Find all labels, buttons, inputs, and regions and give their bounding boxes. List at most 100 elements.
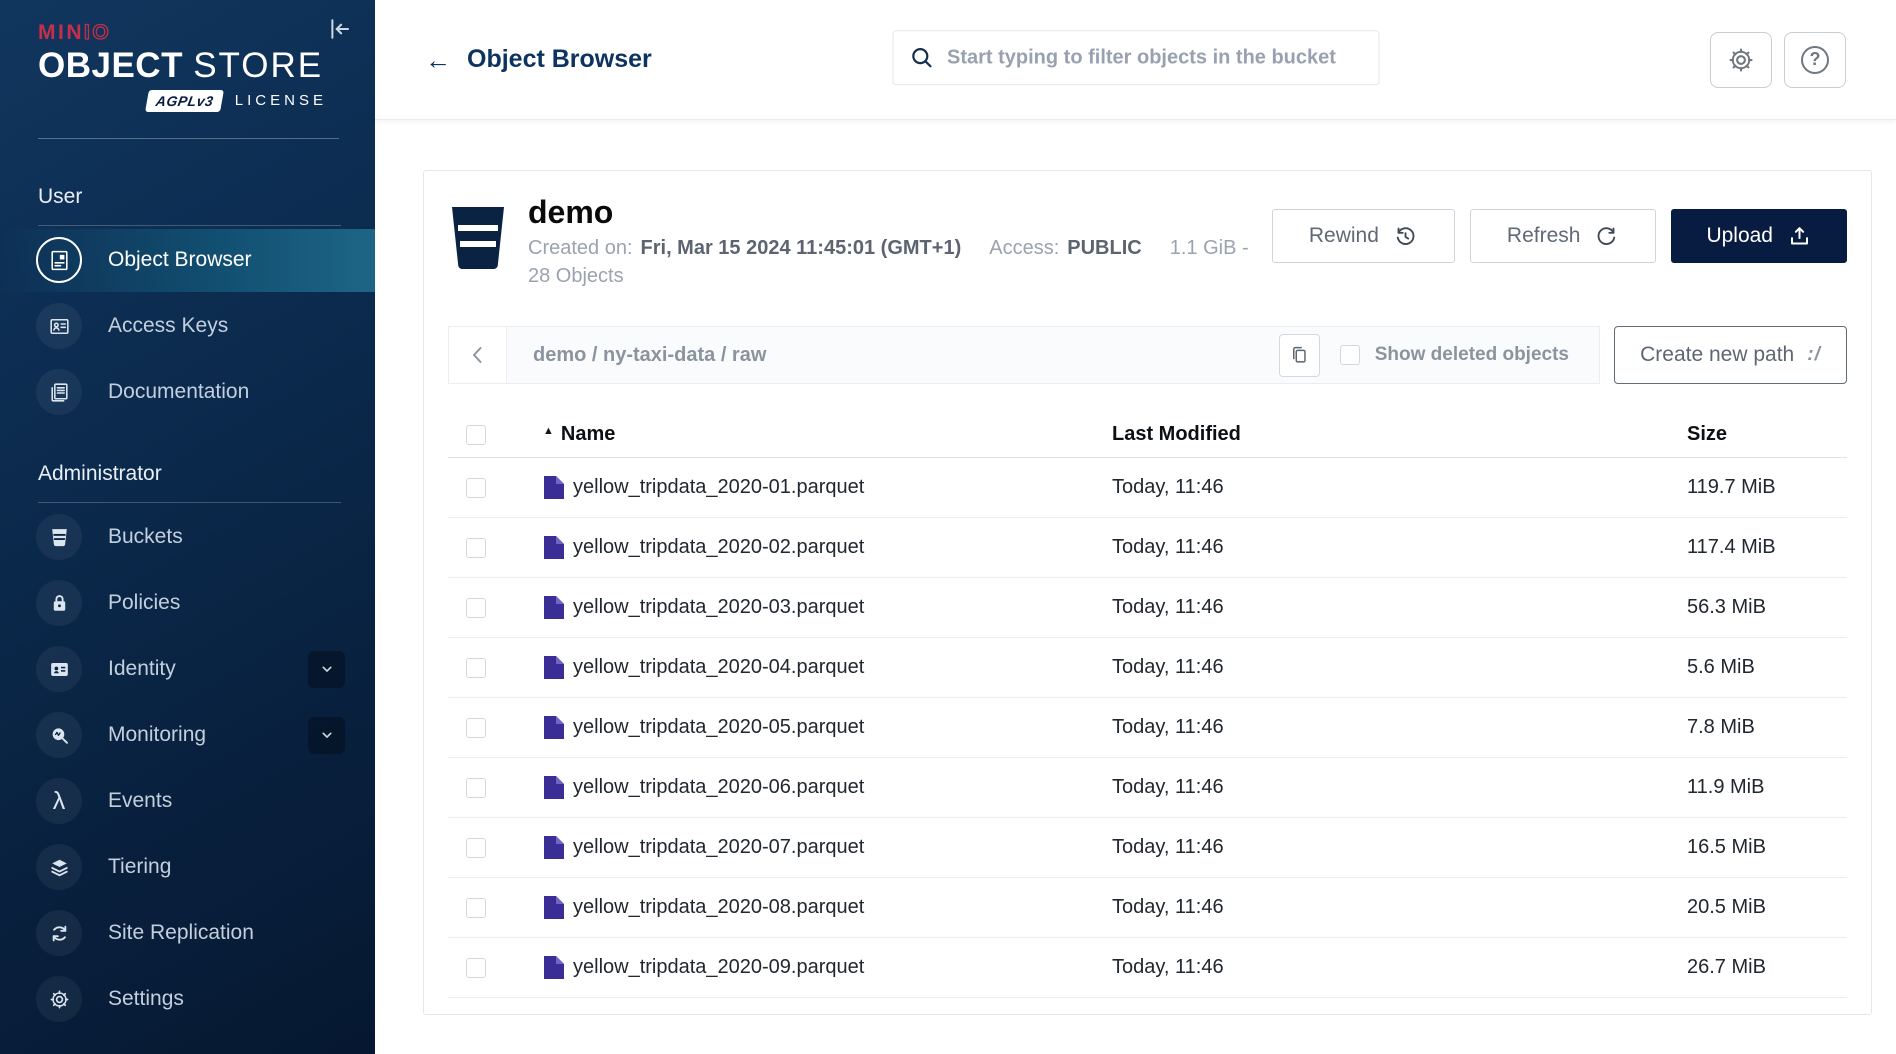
buckets-icon bbox=[36, 514, 82, 560]
show-deleted-label: Show deleted objects bbox=[1375, 344, 1569, 366]
sidebar-item-policies[interactable]: Policies bbox=[0, 572, 375, 635]
file-icon bbox=[543, 836, 564, 859]
row-checkbox[interactable] bbox=[466, 538, 486, 558]
object-name: yellow_tripdata_2020-07.parquet bbox=[573, 836, 864, 859]
chevron-left-icon bbox=[466, 343, 490, 367]
select-all-checkbox[interactable] bbox=[466, 425, 486, 445]
sidebar-item-buckets[interactable]: Buckets bbox=[0, 506, 375, 569]
object-name-cell[interactable]: yellow_tripdata_2020-07.parquet bbox=[543, 836, 1112, 859]
table-row[interactable]: yellow_tripdata_2020-09.parquetToday, 11… bbox=[448, 938, 1847, 998]
license-label: LICENSE bbox=[235, 92, 327, 109]
object-name-cell[interactable]: yellow_tripdata_2020-06.parquet bbox=[543, 776, 1112, 799]
object-name: yellow_tripdata_2020-04.parquet bbox=[573, 656, 864, 679]
sidebar-item-label: Policies bbox=[108, 591, 180, 615]
policies-icon bbox=[36, 580, 82, 626]
object-name-cell[interactable]: yellow_tripdata_2020-04.parquet bbox=[543, 656, 1112, 679]
table-row[interactable]: yellow_tripdata_2020-04.parquetToday, 11… bbox=[448, 638, 1847, 698]
sidebar-item-label: Settings bbox=[108, 987, 184, 1011]
object-modified: Today, 11:46 bbox=[1112, 896, 1687, 919]
object-browser-icon bbox=[36, 237, 82, 283]
collapse-sidebar-icon[interactable] bbox=[323, 14, 353, 44]
bucket-actions: Rewind Refresh Upload bbox=[1272, 209, 1847, 263]
upload-button[interactable]: Upload bbox=[1671, 209, 1847, 263]
row-checkbox[interactable] bbox=[466, 838, 486, 858]
file-icon bbox=[543, 536, 564, 559]
chevron-down-icon[interactable] bbox=[308, 717, 345, 754]
file-icon bbox=[543, 896, 564, 919]
sidebar-item-monitoring[interactable]: Monitoring bbox=[0, 704, 375, 767]
search-box bbox=[892, 30, 1379, 85]
site-replication-icon bbox=[36, 910, 82, 956]
object-name: yellow_tripdata_2020-03.parquet bbox=[573, 596, 864, 619]
object-name: yellow_tripdata_2020-08.parquet bbox=[573, 896, 864, 919]
object-size: 20.5 MiB bbox=[1687, 896, 1847, 919]
sidebar-item-settings[interactable]: Settings bbox=[0, 968, 375, 1031]
show-deleted-control: Show deleted objects bbox=[1340, 344, 1569, 366]
tiering-icon bbox=[36, 844, 82, 890]
object-size: 5.6 MiB bbox=[1687, 656, 1847, 679]
object-name: yellow_tripdata_2020-01.parquet bbox=[573, 476, 864, 499]
search-input[interactable] bbox=[892, 30, 1379, 85]
file-icon bbox=[543, 956, 564, 979]
object-table: ▲Name Last Modified Size yellow_tripdata… bbox=[448, 412, 1847, 998]
object-name-cell[interactable]: yellow_tripdata_2020-05.parquet bbox=[543, 716, 1112, 739]
table-row[interactable]: yellow_tripdata_2020-07.parquetToday, 11… bbox=[448, 818, 1847, 878]
row-checkbox[interactable] bbox=[466, 958, 486, 978]
chevron-down-icon[interactable] bbox=[308, 651, 345, 688]
sidebar-item-label: Monitoring bbox=[108, 723, 206, 747]
column-header-size[interactable]: Size bbox=[1687, 423, 1847, 446]
column-header-name[interactable]: ▲Name bbox=[543, 423, 1112, 446]
row-checkbox-cell bbox=[448, 838, 543, 858]
back-arrow-icon[interactable]: ← bbox=[425, 47, 451, 73]
table-row[interactable]: yellow_tripdata_2020-01.parquetToday, 11… bbox=[448, 458, 1847, 518]
row-checkbox-cell bbox=[448, 898, 543, 918]
sidebar-item-identity[interactable]: Identity bbox=[0, 638, 375, 701]
object-name: yellow_tripdata_2020-02.parquet bbox=[573, 536, 864, 559]
rewind-button[interactable]: Rewind bbox=[1272, 209, 1455, 263]
object-modified: Today, 11:46 bbox=[1112, 776, 1687, 799]
sidebar-item-label: Identity bbox=[108, 657, 176, 681]
object-size: 26.7 MiB bbox=[1687, 956, 1847, 979]
object-name-cell[interactable]: yellow_tripdata_2020-03.parquet bbox=[543, 596, 1112, 619]
row-checkbox[interactable] bbox=[466, 718, 486, 738]
table-row[interactable]: yellow_tripdata_2020-02.parquetToday, 11… bbox=[448, 518, 1847, 578]
sidebar-item-tiering[interactable]: Tiering bbox=[0, 836, 375, 899]
sidebar-item-site-replication[interactable]: Site Replication bbox=[0, 902, 375, 965]
copy-path-button[interactable] bbox=[1279, 334, 1320, 377]
search-icon bbox=[908, 44, 935, 71]
refresh-button[interactable]: Refresh bbox=[1470, 209, 1657, 263]
object-name-cell[interactable]: yellow_tripdata_2020-02.parquet bbox=[543, 536, 1112, 559]
table-row[interactable]: yellow_tripdata_2020-05.parquetToday, 11… bbox=[448, 698, 1847, 758]
object-size: 117.4 MiB bbox=[1687, 536, 1847, 559]
row-checkbox-cell bbox=[448, 778, 543, 798]
row-checkbox[interactable] bbox=[466, 778, 486, 798]
breadcrumb[interactable]: demo / ny-taxi-data / raw bbox=[533, 344, 1259, 367]
object-name-cell[interactable]: yellow_tripdata_2020-09.parquet bbox=[543, 956, 1112, 979]
file-icon bbox=[543, 476, 564, 499]
table-row[interactable]: yellow_tripdata_2020-03.parquetToday, 11… bbox=[448, 578, 1847, 638]
copy-icon bbox=[1288, 344, 1310, 366]
object-name-cell[interactable]: yellow_tripdata_2020-01.parquet bbox=[543, 476, 1112, 499]
table-row[interactable]: yellow_tripdata_2020-08.parquet Today, 11… bbox=[448, 878, 1847, 938]
sidebar-item-label: Events bbox=[108, 789, 172, 813]
column-header-modified[interactable]: Last Modified bbox=[1112, 423, 1687, 446]
row-checkbox[interactable] bbox=[466, 478, 486, 498]
bucket-icon bbox=[450, 205, 506, 276]
table-row[interactable]: yellow_tripdata_2020-06.parquetToday, 11… bbox=[448, 758, 1847, 818]
bucket-details: Created on:Fri, Mar 15 2024 11:45:01 (GM… bbox=[528, 235, 1272, 290]
settings-button[interactable] bbox=[1710, 32, 1772, 88]
row-checkbox[interactable] bbox=[466, 898, 486, 918]
help-button[interactable]: ? bbox=[1784, 32, 1846, 88]
object-name-cell[interactable]: yellow_tripdata_2020-08.parquet bbox=[543, 896, 1112, 919]
sidebar-item-object-browser[interactable]: Object Browser bbox=[0, 229, 375, 292]
row-checkbox[interactable] bbox=[466, 658, 486, 678]
create-new-path-button[interactable]: Create new path :/ bbox=[1614, 326, 1847, 384]
path-back-button[interactable] bbox=[448, 326, 506, 384]
sidebar-item-documentation[interactable]: Documentation bbox=[0, 361, 375, 424]
refresh-icon bbox=[1594, 224, 1619, 249]
sidebar-item-access-keys[interactable]: Access Keys bbox=[0, 295, 375, 358]
show-deleted-checkbox[interactable] bbox=[1340, 345, 1360, 365]
row-checkbox[interactable] bbox=[466, 598, 486, 618]
access-value: PUBLIC bbox=[1067, 237, 1141, 259]
sidebar-item-events[interactable]: λEvents bbox=[0, 770, 375, 833]
